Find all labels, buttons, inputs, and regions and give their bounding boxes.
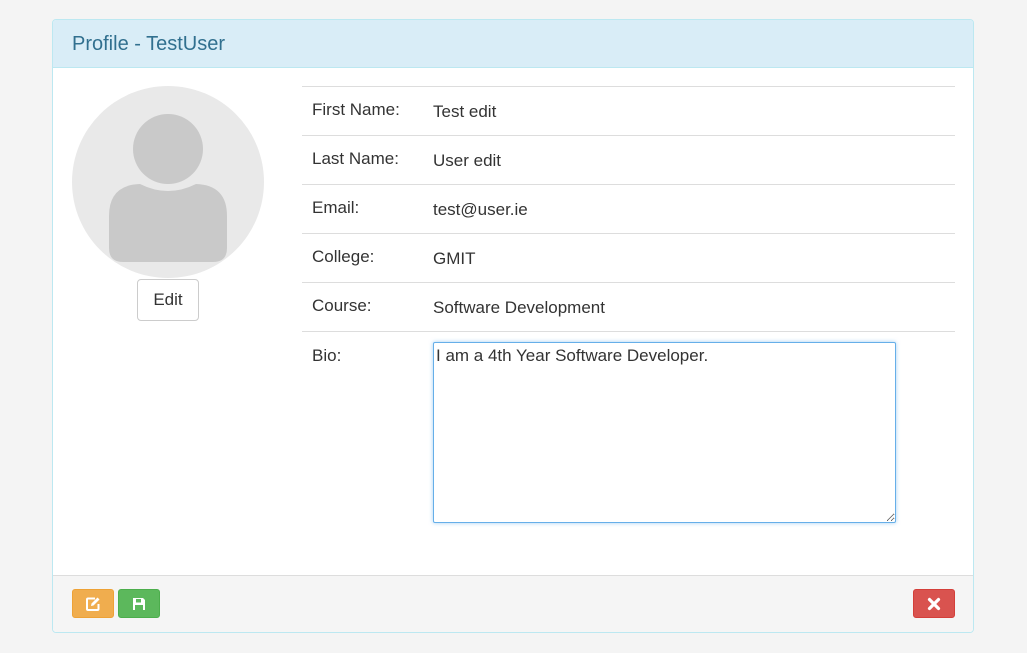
field-label: First Name: <box>302 86 423 136</box>
field-label: Course: <box>302 282 423 332</box>
close-profile-button[interactable] <box>913 589 955 618</box>
save-profile-button[interactable] <box>118 589 160 618</box>
avatar <box>72 86 264 278</box>
panel-title: Profile - TestUser <box>53 20 973 68</box>
field-row-college: College: GMIT <box>302 233 955 283</box>
user-silhouette-icon <box>109 114 227 262</box>
field-value: GMIT <box>423 233 955 283</box>
field-label: Email: <box>302 184 423 234</box>
edit-icon <box>86 597 100 611</box>
field-row-last-name: Last Name: User edit <box>302 135 955 185</box>
edit-profile-button[interactable] <box>72 589 114 618</box>
panel-body: Edit First Name: Test edit Last Name: Us… <box>53 68 973 576</box>
panel-footer <box>53 575 973 632</box>
field-row-course: Course: Software Development <box>302 282 955 332</box>
field-row-email: Email: test@user.ie <box>302 184 955 234</box>
field-value: Software Development <box>423 282 955 332</box>
field-row-bio: Bio: I am a 4th Year Software Developer. <box>302 331 955 528</box>
profile-panel: Profile - TestUser Edit First Name: Test… <box>52 19 974 633</box>
profile-info-table: First Name: Test edit Last Name: User ed… <box>302 86 955 528</box>
field-label: College: <box>302 233 423 283</box>
field-value: Test edit <box>423 86 955 136</box>
field-label: Last Name: <box>302 135 423 185</box>
bio-label: Bio: <box>302 331 423 528</box>
field-row-first-name: First Name: Test edit <box>302 86 955 136</box>
bio-textarea[interactable]: I am a 4th Year Software Developer. <box>433 342 896 523</box>
save-icon <box>133 597 145 610</box>
edit-avatar-button[interactable]: Edit <box>137 279 199 321</box>
field-value: User edit <box>423 135 955 185</box>
field-value: test@user.ie <box>423 184 955 234</box>
close-icon <box>927 597 941 610</box>
